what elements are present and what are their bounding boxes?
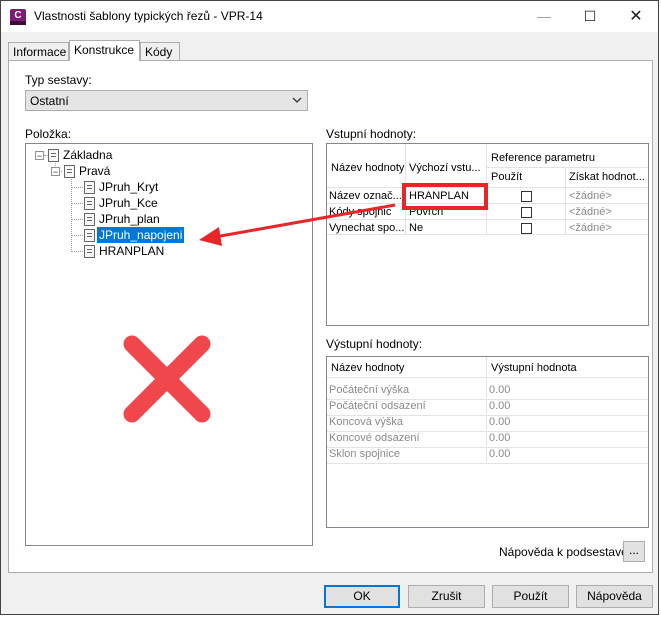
maximize-button[interactable]: ☐ bbox=[567, 1, 613, 32]
col-header-default[interactable]: Výchozí vstu... bbox=[409, 160, 485, 176]
output-value-cell: 0.00 bbox=[489, 448, 511, 460]
items-label: Položka: bbox=[25, 127, 72, 141]
output-values-label: Výstupní hodnoty: bbox=[326, 337, 423, 351]
subassembly-icon bbox=[84, 229, 95, 242]
assembly-icon bbox=[48, 149, 59, 162]
col-header-get-value[interactable]: Získat hodnot... bbox=[569, 169, 648, 185]
group-icon bbox=[64, 165, 75, 178]
item-tree[interactable]: − Základna − Pravá JPruh_Kryt JPruh_Kce … bbox=[25, 143, 313, 546]
subassembly-icon bbox=[84, 245, 95, 258]
collapse-zakladna-icon[interactable]: − bbox=[35, 151, 44, 161]
col-header-name[interactable]: Název hodnoty bbox=[331, 160, 405, 176]
input-default-cell[interactable]: Ne bbox=[409, 220, 485, 236]
chevron-down-icon bbox=[292, 93, 302, 110]
subassembly-help-label: Nápověda k podsestavě: bbox=[499, 545, 632, 559]
reference-cell[interactable]: <žádné> bbox=[569, 188, 645, 204]
assembly-type-value: Ostatní bbox=[30, 94, 69, 108]
tree-item-jpruh-napojeni[interactable]: JPruh_napojeni bbox=[97, 227, 185, 243]
subassembly-icon bbox=[84, 197, 95, 210]
input-name-cell: Vynechat spo... bbox=[329, 222, 405, 234]
title-bar: C Vlastnosti šablony typických řezů - VP… bbox=[1, 1, 658, 32]
reference-cell[interactable]: <žádné> bbox=[569, 220, 645, 236]
tree-item-zakladna[interactable]: Základna bbox=[63, 147, 112, 163]
close-button[interactable]: ✕ bbox=[613, 1, 659, 32]
tab-informace[interactable]: Informace bbox=[8, 42, 69, 60]
tab-konstrukce[interactable]: Konstrukce bbox=[69, 40, 140, 61]
subassembly-help-browse-button[interactable]: ... bbox=[623, 541, 645, 562]
tree-item-jpruh-plan[interactable]: JPruh_plan bbox=[99, 211, 160, 227]
output-value-cell: 0.00 bbox=[489, 432, 511, 444]
ok-button[interactable]: OK bbox=[324, 585, 400, 608]
output-name-cell: Počáteční výška bbox=[329, 384, 410, 396]
col-header-name[interactable]: Název hodnoty bbox=[331, 360, 481, 376]
output-name-cell: Sklon spojnice bbox=[329, 448, 400, 460]
use-reference-checkbox[interactable] bbox=[521, 191, 532, 202]
col-header-reference: Reference parametru bbox=[491, 152, 595, 164]
apply-button[interactable]: Použít bbox=[492, 585, 569, 608]
subassembly-icon bbox=[84, 213, 95, 226]
red-cross-icon bbox=[123, 335, 211, 423]
dialog-window: C Vlastnosti šablony typických řezů - VP… bbox=[0, 0, 659, 615]
tree-item-prava[interactable]: Pravá bbox=[79, 163, 110, 179]
tab-page-konstrukce: Typ sestavy: Ostatní Položka: − Základna… bbox=[8, 60, 653, 573]
tab-kody[interactable]: Kódy bbox=[140, 42, 180, 60]
collapse-prava-icon[interactable]: − bbox=[51, 167, 60, 177]
subassembly-icon bbox=[84, 181, 95, 194]
input-values-label: Vstupní hodnoty: bbox=[326, 127, 417, 141]
input-name-cell: Název označ... bbox=[329, 190, 402, 202]
highlight-box bbox=[402, 183, 488, 210]
cancel-button[interactable]: Zrušit bbox=[408, 585, 485, 608]
assembly-type-label: Typ sestavy: bbox=[25, 73, 92, 87]
output-value-cell: 0.00 bbox=[489, 416, 511, 428]
assembly-type-dropdown[interactable]: Ostatní bbox=[25, 90, 308, 111]
input-values-grid[interactable]: Název hodnoty Výchozí vstu... Reference … bbox=[326, 143, 649, 326]
civil3d-app-icon: C bbox=[10, 9, 26, 25]
use-reference-checkbox[interactable] bbox=[521, 207, 532, 218]
minimize-button[interactable]: — bbox=[521, 1, 567, 32]
col-header-output-value[interactable]: Výstupní hodnota bbox=[491, 360, 641, 376]
tree-item-jpruh-kce[interactable]: JPruh_Kce bbox=[99, 195, 158, 211]
output-name-cell: Počáteční odsazení bbox=[329, 400, 426, 412]
input-name-cell: Kódy spojnic bbox=[329, 206, 392, 218]
window-title: Vlastnosti šablony typických řezů - VPR-… bbox=[34, 9, 263, 23]
output-name-cell: Koncová výška bbox=[329, 416, 403, 428]
col-header-use[interactable]: Použít bbox=[491, 169, 561, 185]
help-button[interactable]: Nápověda bbox=[576, 585, 653, 608]
reference-cell[interactable]: <žádné> bbox=[569, 204, 645, 220]
output-value-cell: 0.00 bbox=[489, 384, 511, 396]
output-value-cell: 0.00 bbox=[489, 400, 511, 412]
tree-item-jpruh-kryt[interactable]: JPruh_Kryt bbox=[99, 179, 158, 195]
tree-item-hranplan[interactable]: HRANPLAN bbox=[99, 243, 164, 259]
use-reference-checkbox[interactable] bbox=[521, 223, 532, 234]
output-values-grid[interactable]: Název hodnoty Výstupní hodnota Počáteční… bbox=[326, 356, 649, 528]
output-name-cell: Koncové odsazení bbox=[329, 432, 420, 444]
